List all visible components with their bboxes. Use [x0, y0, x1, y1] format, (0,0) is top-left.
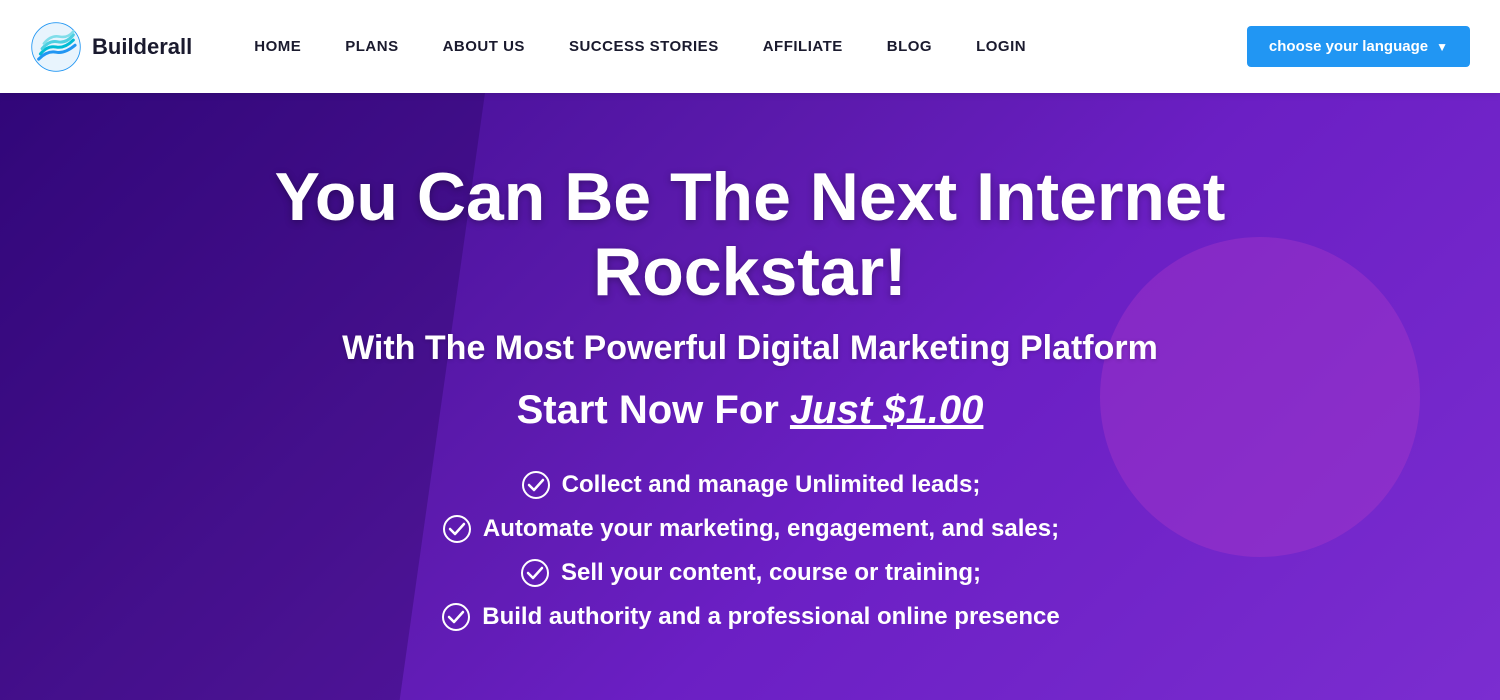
- hero-content: You Can Be The Next Internet Rockstar! W…: [150, 160, 1350, 634]
- nav-success-stories[interactable]: SUCCESS STORIES: [547, 0, 741, 93]
- logo-icon: [30, 21, 82, 73]
- logo-text: Builderall: [92, 34, 192, 60]
- hero-price-prefix: Start Now For: [517, 388, 790, 432]
- language-button-label: choose your language: [1269, 38, 1428, 55]
- hero-features-list: Collect and manage Unlimited leads; Auto…: [150, 469, 1350, 633]
- hero-feature-1: Collect and manage Unlimited leads;: [520, 469, 981, 501]
- hero-price-value: Just $1.00: [790, 388, 983, 432]
- hero-section: You Can Be The Next Internet Rockstar! W…: [0, 93, 1500, 700]
- hero-title: You Can Be The Next Internet Rockstar!: [150, 160, 1350, 310]
- check-icon-2: [441, 513, 473, 545]
- chevron-down-icon: ▼: [1436, 40, 1448, 54]
- navbar: Builderall HOME PLANS ABOUT US SUCCESS S…: [0, 0, 1500, 93]
- hero-feature-3: Sell your content, course or training;: [519, 557, 981, 589]
- nav-plans[interactable]: PLANS: [323, 0, 420, 93]
- hero-feature-2: Automate your marketing, engagement, and…: [441, 513, 1059, 545]
- nav-login[interactable]: LOGIN: [954, 0, 1048, 93]
- check-icon-3: [519, 557, 551, 589]
- hero-feature-4: Build authority and a professional onlin…: [440, 601, 1059, 633]
- check-icon-1: [520, 469, 552, 501]
- check-icon-4: [440, 601, 472, 633]
- hero-subtitle: With The Most Powerful Digital Marketing…: [150, 329, 1350, 368]
- nav-affiliate[interactable]: AFFILIATE: [741, 0, 865, 93]
- logo-link[interactable]: Builderall: [30, 21, 192, 73]
- hero-price: Start Now For Just $1.00: [150, 388, 1350, 433]
- nav-links: HOME PLANS ABOUT US SUCCESS STORIES AFFI…: [232, 0, 1247, 93]
- nav-home[interactable]: HOME: [232, 0, 323, 93]
- language-button[interactable]: choose your language ▼: [1247, 26, 1470, 67]
- nav-about[interactable]: ABOUT US: [421, 0, 547, 93]
- nav-blog[interactable]: BLOG: [865, 0, 954, 93]
